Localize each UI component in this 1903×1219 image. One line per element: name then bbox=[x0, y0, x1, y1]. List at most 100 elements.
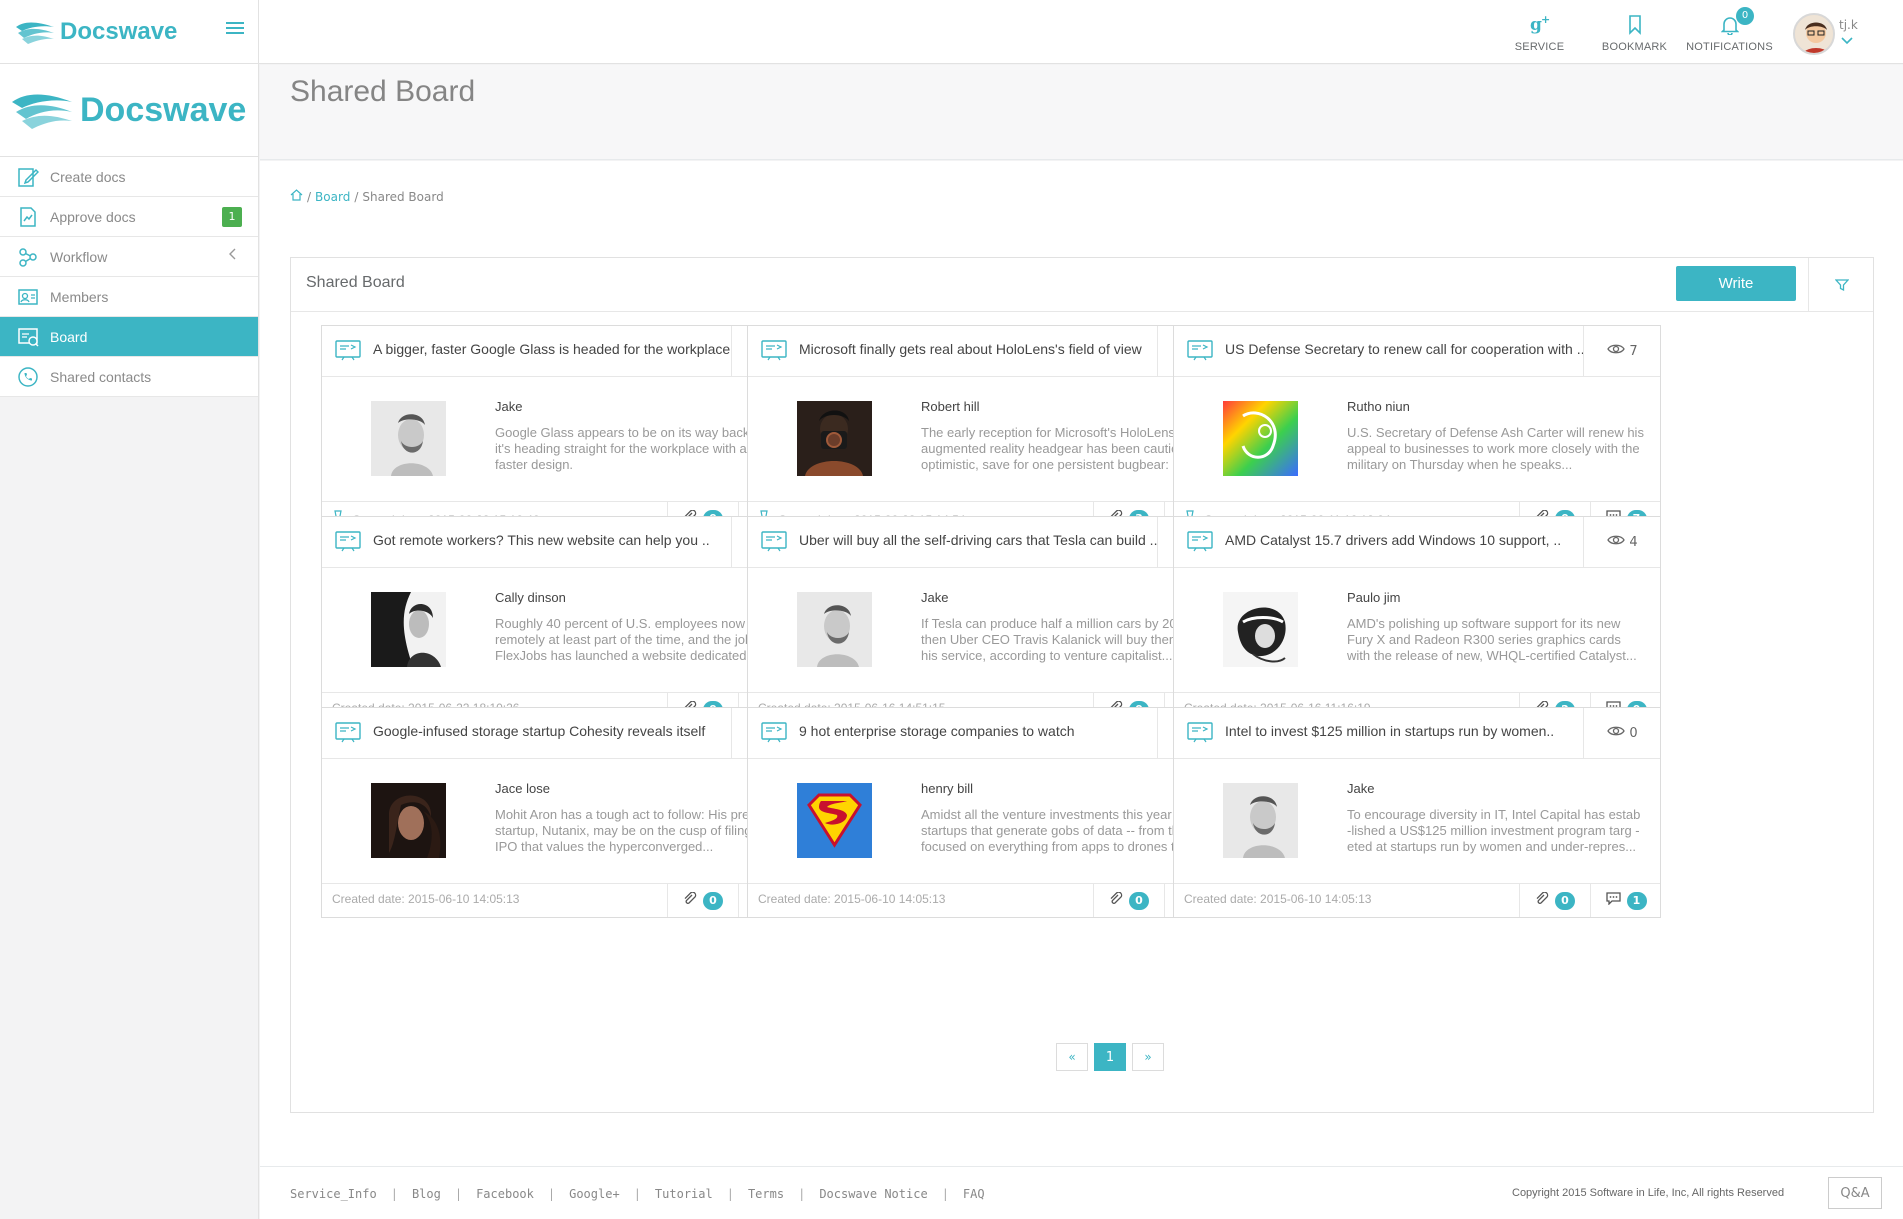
brand-logo[interactable]: Docswave bbox=[14, 18, 177, 46]
pagination-next-button[interactable]: » bbox=[1132, 1043, 1164, 1071]
author-photo bbox=[1223, 783, 1298, 858]
card-title[interactable]: US Defense Secretary to renew call for c… bbox=[1225, 341, 1585, 357]
footer: Service_Info | Blog | Facebook | Google+ | Tutor… bbox=[260, 1166, 1903, 1219]
sidebar-item-members[interactable]: Members bbox=[0, 277, 258, 317]
card-body: Jake If Tesla can produce half a million… bbox=[748, 568, 1234, 692]
filter-icon[interactable] bbox=[1808, 258, 1874, 311]
board-post-icon bbox=[335, 721, 361, 743]
pagination-prev-button[interactable]: « bbox=[1056, 1043, 1088, 1071]
board-post-card[interactable]: A bigger, faster Google Glass is headed … bbox=[321, 325, 809, 536]
board-post-card[interactable]: AMD Catalyst 15.7 drivers add Windows 10… bbox=[1173, 516, 1661, 727]
wave-logo-icon bbox=[12, 94, 72, 129]
card-footer: Created date: 2015-06-10 14:05:13 0 1 bbox=[748, 883, 1234, 917]
sidebar-item-approve-docs[interactable]: Approve docs 1 bbox=[0, 197, 258, 237]
board-post-card[interactable]: Intel to invest $125 million in startups… bbox=[1173, 707, 1661, 918]
card-header: Microsoft finally gets real about HoloLe… bbox=[748, 326, 1234, 377]
footer-link[interactable]: Blog bbox=[412, 1187, 441, 1201]
footer-separator: | bbox=[941, 1187, 949, 1201]
board-post-card[interactable]: Uber will buy all the self-driving cars … bbox=[747, 516, 1235, 727]
breadcrumb-separator: / bbox=[354, 189, 359, 204]
card-header: AMD Catalyst 15.7 drivers add Windows 10… bbox=[1174, 517, 1660, 568]
card-title[interactable]: 9 hot enterprise storage companies to wa… bbox=[799, 723, 1159, 739]
board-post-card[interactable]: 9 hot enterprise storage companies to wa… bbox=[747, 707, 1235, 918]
board-post-icon bbox=[1187, 721, 1213, 743]
comment-count[interactable]: 1 bbox=[1590, 884, 1661, 917]
board-post-card[interactable]: US Defense Secretary to renew call for c… bbox=[1173, 325, 1661, 536]
footer-separator: | bbox=[726, 1187, 734, 1201]
board-post-card[interactable]: Google-infused storage startup Cohesity … bbox=[321, 707, 809, 918]
card-author: Jake bbox=[1347, 781, 1375, 796]
card-title[interactable]: Got remote workers? This new website can… bbox=[373, 532, 733, 548]
footer-link[interactable]: Google+ bbox=[569, 1187, 620, 1201]
card-title[interactable]: Microsoft finally gets real about HoloLe… bbox=[799, 341, 1159, 357]
breadcrumb-board-link[interactable]: Board bbox=[315, 190, 350, 204]
sidebar-logo[interactable]: Docswave bbox=[0, 64, 258, 157]
footer-link[interactable]: Terms bbox=[748, 1187, 784, 1201]
paperclip-icon bbox=[1535, 891, 1549, 910]
view-count: 7 bbox=[1583, 326, 1661, 376]
edit-document-icon bbox=[16, 165, 40, 189]
user-menu[interactable]: tj.k bbox=[1787, 0, 1867, 64]
card-body: henry bill Amidst all the venture invest… bbox=[748, 759, 1234, 883]
approve-count-badge: 1 bbox=[222, 207, 242, 227]
board-post-card[interactable]: Microsoft finally gets real about HoloLe… bbox=[747, 325, 1235, 536]
pagination: « 1 » bbox=[1056, 1043, 1164, 1071]
sidebar-item-board[interactable]: Board bbox=[0, 317, 258, 357]
notifications-button[interactable]: 0 NOTIFICATIONS bbox=[1682, 7, 1777, 53]
footer-link[interactable]: FAQ bbox=[963, 1187, 985, 1201]
board-post-icon bbox=[761, 530, 787, 552]
board-panel: Shared Board Write A bigger, faster Goog… bbox=[290, 257, 1874, 1113]
sidebar-item-label: Create docs bbox=[50, 168, 126, 185]
footer-link[interactable]: Service_Info bbox=[290, 1187, 377, 1201]
card-title[interactable]: A bigger, faster Google Glass is headed … bbox=[373, 341, 733, 357]
workflow-icon bbox=[16, 245, 40, 269]
phone-icon bbox=[16, 365, 40, 389]
brand-name: Docswave bbox=[80, 90, 247, 129]
attachment-count[interactable]: 0 bbox=[1093, 884, 1164, 917]
brand-name: Docswave bbox=[60, 18, 178, 45]
menu-toggle-icon[interactable] bbox=[226, 22, 244, 36]
svg-text:+: + bbox=[1541, 13, 1550, 26]
approve-document-icon bbox=[16, 205, 40, 229]
card-title[interactable]: Uber will buy all the self-driving cars … bbox=[799, 532, 1159, 548]
write-button[interactable]: Write bbox=[1676, 266, 1796, 301]
card-body: Rutho niun U.S. Secretary of Defense Ash… bbox=[1174, 377, 1660, 501]
footer-link[interactable]: Facebook bbox=[476, 1187, 534, 1201]
card-author: Cally dinson bbox=[495, 590, 566, 605]
view-count: 0 bbox=[1583, 708, 1661, 758]
sidebar-item-shared-contacts[interactable]: Shared contacts bbox=[0, 357, 258, 397]
avatar bbox=[1793, 13, 1835, 55]
card-excerpt: To encourage diversity in IT, Intel Capi… bbox=[1347, 807, 1641, 854]
topbar-logo-area: Docswave bbox=[0, 0, 259, 64]
card-title[interactable]: Google-infused storage startup Cohesity … bbox=[373, 723, 733, 739]
card-title[interactable]: Intel to invest $125 million in startups… bbox=[1225, 723, 1585, 739]
home-icon[interactable] bbox=[290, 189, 303, 204]
board-post-icon bbox=[335, 339, 361, 361]
card-footer: Created date: 2015-06-10 14:05:13 0 1 bbox=[1174, 883, 1660, 917]
sidebar-item-workflow[interactable]: Workflow bbox=[0, 237, 258, 277]
card-author: Jace lose bbox=[495, 781, 550, 796]
comment-icon bbox=[1605, 892, 1621, 909]
card-author: Paulo jim bbox=[1347, 590, 1401, 605]
pagination-page-button[interactable]: 1 bbox=[1094, 1043, 1126, 1071]
bookmark-button[interactable]: BOOKMARK bbox=[1587, 11, 1682, 53]
footer-link[interactable]: Docswave Notice bbox=[819, 1187, 927, 1201]
qa-button[interactable]: Q&A bbox=[1828, 1177, 1882, 1209]
author-photo bbox=[371, 783, 446, 858]
board-icon bbox=[16, 325, 40, 349]
sidebar-item-create-docs[interactable]: Create docs bbox=[0, 157, 258, 197]
attachment-count[interactable]: 0 bbox=[1519, 884, 1590, 917]
footer-link[interactable]: Tutorial bbox=[655, 1187, 713, 1201]
card-excerpt: AMD's polishing up software support for … bbox=[1347, 616, 1637, 663]
service-button[interactable]: g + SERVICE bbox=[1492, 11, 1587, 53]
view-count-value: 0 bbox=[1629, 725, 1638, 741]
board-post-icon bbox=[1187, 339, 1213, 361]
attachment-count[interactable]: 0 bbox=[667, 884, 738, 917]
footer-separator: | bbox=[798, 1187, 806, 1201]
card-header: Got remote workers? This new website can… bbox=[322, 517, 808, 568]
board-post-card[interactable]: Got remote workers? This new website can… bbox=[321, 516, 809, 727]
author-photo bbox=[371, 401, 446, 476]
card-title[interactable]: AMD Catalyst 15.7 drivers add Windows 10… bbox=[1225, 532, 1585, 548]
attachment-count-badge: 0 bbox=[703, 891, 723, 910]
created-date: Created date: 2015-06-10 14:05:13 bbox=[1184, 892, 1371, 906]
